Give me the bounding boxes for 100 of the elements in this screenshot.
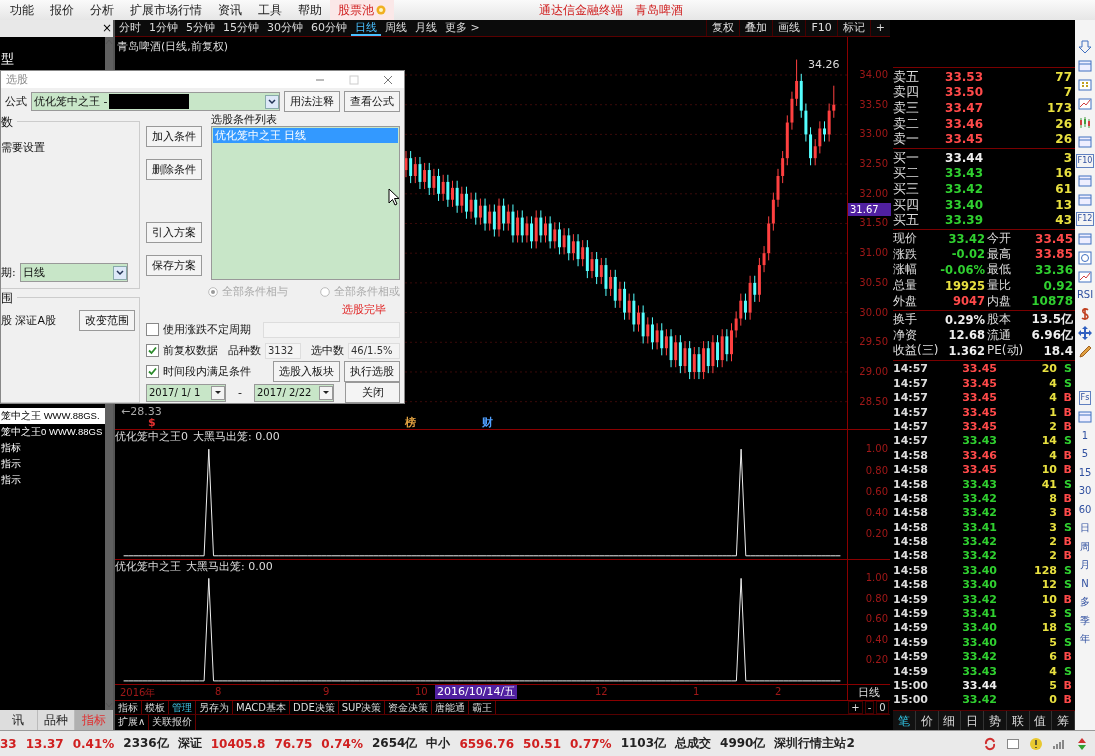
checkbox-label: 前复权数据 [163, 343, 218, 358]
trade-price: 33.42 [961, 549, 997, 563]
quote-value: 33.45 [944, 132, 983, 147]
quote-value: 13.5亿 [1030, 311, 1073, 329]
trade-price: 33.42 [961, 650, 997, 664]
trade-side: B [1062, 419, 1072, 433]
trade-volume: 1 [1048, 405, 1057, 419]
quote-value: 33.42 [944, 181, 983, 196]
indicator-value: : 0.00 [248, 430, 280, 443]
trade-price: 33.46 [961, 448, 997, 462]
quote-value: 33.46 [944, 116, 983, 131]
trade-time: 14:58 [893, 520, 929, 534]
axis-label: 9 [323, 686, 330, 697]
quote-label: 内盘 [986, 292, 1012, 310]
trade-price: 33.40 [961, 621, 997, 635]
trade-price: 33.45 [961, 419, 997, 433]
legend-label: 大黑马出笼 [186, 560, 241, 573]
status-item: 深证 [177, 735, 202, 752]
axis-label: 2 [775, 686, 782, 697]
quote-volume: 13 [1054, 197, 1073, 212]
quote-volume: 173 [1045, 101, 1073, 115]
trade-time: 14:59 [893, 592, 929, 606]
trade-time: 14:58 [893, 578, 929, 592]
status-item: 1103亿 [620, 735, 667, 752]
trade-side: B [1062, 448, 1072, 462]
trade-time: 14:57 [893, 434, 929, 448]
quote-volume: 7 [1062, 85, 1073, 100]
quote-value: 33.44 [944, 150, 983, 165]
status-item: 深圳行情主站2 [774, 735, 855, 752]
group-title: 数 [1, 114, 17, 131]
app-title: 通达信金融终端 [539, 1, 623, 19]
trade-price: 33.42 [961, 592, 997, 606]
trade-volume: 3 [1048, 607, 1057, 620]
quote-label: 买一 [893, 148, 920, 167]
trade-price: 33.42 [961, 693, 997, 707]
status-item: 0.77% [570, 736, 612, 751]
parameter-note: 需要设置 [1, 140, 46, 155]
axis-label: 0.60 [865, 613, 888, 626]
trade-price: 33.45 [961, 463, 997, 477]
axis-label: 8 [215, 686, 222, 697]
trade-volume: 12 [1040, 578, 1057, 592]
trade-time: 14:59 [893, 607, 929, 620]
trade-volume: 128 [1033, 563, 1057, 577]
quote-volume: 16 [1054, 166, 1073, 181]
axis-label: 28.50 [859, 395, 888, 408]
axis-label: 32.00 [859, 187, 888, 200]
trade-price: 33.42 [961, 491, 997, 505]
trade-time: 14:58 [893, 491, 929, 505]
radio-label: 全部条件相与 [222, 284, 288, 299]
axis-label: 0.20 [865, 528, 888, 541]
quote-volume: 26 [1054, 116, 1073, 131]
trade-volume: 2 [1048, 535, 1057, 549]
trade-volume: 2 [1048, 419, 1057, 433]
axis-label: 0.40 [865, 507, 888, 520]
trade-side: S [1063, 477, 1072, 491]
quote-label: 卖五 [893, 67, 920, 85]
status-item: 13.37 [25, 736, 64, 751]
field-label: 公式 [5, 94, 27, 109]
trade-side: B [1062, 491, 1072, 505]
input-field: 46/1.5% [348, 342, 400, 359]
trade-volume: 10 [1040, 592, 1057, 606]
legend-label: 大黑马出笼 [193, 430, 248, 443]
trade-side: B [1062, 405, 1072, 419]
trade-volume: 2 [1048, 549, 1057, 563]
trade-time: 14:58 [893, 506, 929, 520]
trade-side: B [1062, 549, 1072, 563]
indicator-value: : 0.00 [241, 560, 273, 573]
quote-volume: 77 [1054, 69, 1073, 84]
trade-volume: 18 [1040, 621, 1057, 635]
trade-side: S [1063, 621, 1072, 635]
status-item: 2654亿 [372, 735, 418, 752]
field-label: 选中数 [311, 343, 344, 358]
quote-value: 19925 [944, 278, 985, 293]
quote-label: 卖四 [893, 83, 920, 101]
axis-label: 32.50 [859, 158, 888, 171]
quote-label: 现价 [893, 230, 918, 248]
quote-label: 买五 [893, 211, 920, 230]
input-field: 3132 [265, 342, 301, 359]
axis-label: 34.00 [859, 69, 888, 81]
group-title: 围 [1, 290, 17, 307]
status-item: 76.75 [274, 736, 313, 751]
quote-value: 1.362 [947, 343, 985, 358]
axis-label: 33.50 [859, 98, 888, 111]
trade-time: 14:58 [893, 463, 929, 477]
trade-price: 33.45 [961, 405, 997, 419]
trade-price: 33.44 [961, 678, 997, 692]
trade-volume: 4 [1048, 376, 1057, 390]
indicator-name: 优化笼中之王0 [115, 430, 188, 443]
quote-value: 12.68 [947, 328, 985, 343]
trade-price: 33.40 [961, 635, 997, 649]
high-price-label: 34.26 [808, 58, 840, 71]
trade-volume: 4 [1048, 664, 1057, 678]
quote-value: 10878 [1030, 294, 1073, 309]
trade-volume: 10 [1040, 463, 1057, 477]
trade-side: S [1063, 563, 1072, 577]
axis-label: 30.50 [859, 276, 888, 289]
trade-price: 33.43 [961, 664, 997, 678]
status-item: 33 [0, 736, 17, 751]
axis-label: 31.00 [859, 247, 888, 260]
trade-side: S [1063, 434, 1072, 448]
